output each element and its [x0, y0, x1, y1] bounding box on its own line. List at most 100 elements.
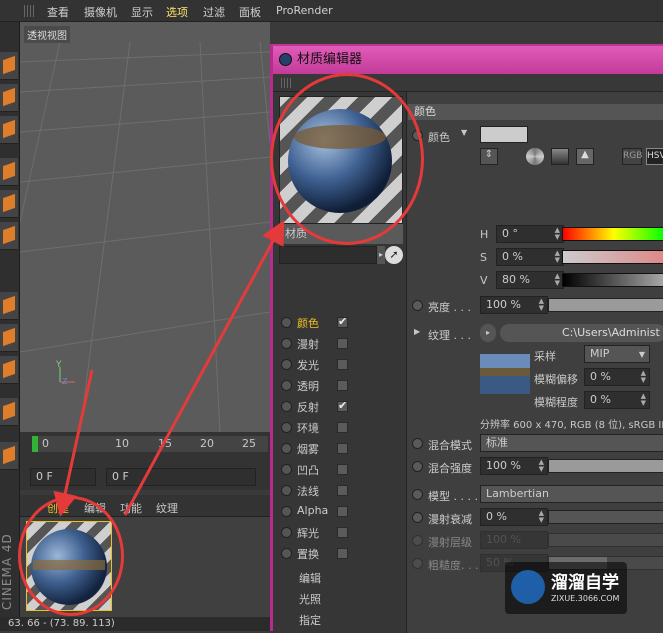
channel-row[interactable]: 反射: [279, 396, 403, 417]
texture-path-button[interactable]: C:\Users\Administ: [500, 324, 663, 342]
channel-row[interactable]: 置换: [279, 543, 403, 564]
stepper-icon[interactable]: ▲ ▼: [555, 250, 560, 264]
channel-anim-dot[interactable]: [281, 317, 292, 328]
dropdown-arrow-icon[interactable]: ▼: [461, 128, 467, 137]
eyedropper-icon[interactable]: ⇕: [480, 148, 498, 165]
rgb-mode-button[interactable]: RGB: [622, 148, 642, 165]
v-field[interactable]: 80 % ▲ ▼: [496, 271, 564, 289]
channel-anim-dot[interactable]: [281, 548, 292, 559]
brightness-anim-dot[interactable]: [412, 300, 423, 311]
menu-filter[interactable]: 过滤: [203, 4, 225, 20]
channel-checkbox[interactable]: [337, 464, 348, 475]
timeline[interactable]: 0 10 15 20 25 0 F 0 F: [20, 432, 270, 490]
model-anim-dot[interactable]: [412, 489, 423, 500]
material-thumbnail[interactable]: [26, 521, 112, 611]
channel-checkbox[interactable]: [337, 422, 348, 433]
menu-panel[interactable]: 面板: [239, 4, 261, 20]
timeline-playhead[interactable]: [32, 436, 38, 452]
mix-mode-anim-dot[interactable]: [412, 438, 423, 449]
stepper-icon[interactable]: ▲ ▼: [539, 459, 544, 473]
s-slider[interactable]: [562, 250, 663, 264]
channel-row[interactable]: Alpha: [279, 501, 403, 522]
mix-strength-slider[interactable]: [548, 459, 663, 473]
image-icon[interactable]: ▲: [576, 148, 594, 165]
mix-strength-anim-dot[interactable]: [412, 461, 423, 472]
stepper-icon[interactable]: ▲ ▼: [539, 510, 544, 524]
edge-tool-button[interactable]: [0, 222, 18, 250]
channel-anim-dot[interactable]: [281, 422, 292, 433]
material-editor-titlebar[interactable]: 材质编辑器: [273, 46, 663, 74]
cube-tool-button[interactable]: [0, 52, 18, 80]
channel-anim-dot[interactable]: [281, 485, 292, 496]
diffuse-falloff-field[interactable]: 0 % ▲ ▼: [480, 508, 548, 526]
channel-checkbox[interactable]: [337, 548, 348, 559]
menu-view[interactable]: 查看: [47, 4, 69, 20]
channel-checkbox[interactable]: [337, 506, 348, 517]
arrow-tool-button[interactable]: [0, 292, 18, 320]
channel-checkbox[interactable]: [337, 338, 348, 349]
texture-menu-button[interactable]: ▸: [480, 324, 496, 342]
menu-options[interactable]: 选项: [166, 4, 188, 20]
channel-checkbox[interactable]: [337, 315, 348, 328]
v-slider[interactable]: [562, 273, 663, 287]
channel-checkbox[interactable]: [337, 359, 348, 370]
mouse-tool-button[interactable]: [0, 324, 18, 352]
pointer-icon[interactable]: ➚: [385, 246, 403, 264]
s-field[interactable]: 0 % ▲ ▼: [496, 248, 564, 266]
menu-display[interactable]: 显示: [131, 4, 153, 20]
sublink-illumination[interactable]: 光照: [299, 591, 321, 607]
channel-anim-dot[interactable]: [281, 338, 292, 349]
stepper-icon[interactable]: ▲ ▼: [641, 393, 646, 407]
frame-field[interactable]: 0 F: [30, 468, 96, 486]
sublink-edit[interactable]: 编辑: [299, 570, 321, 586]
magnet-tool-button[interactable]: [0, 398, 18, 426]
color-wheel-icon[interactable]: [526, 148, 544, 165]
channel-row[interactable]: 颜色: [279, 312, 403, 333]
grip-icon[interactable]: [24, 5, 36, 17]
grip-icon[interactable]: [281, 78, 293, 88]
sampling-dropdown[interactable]: MIP ▼: [584, 345, 650, 363]
spectrum-icon[interactable]: [551, 148, 569, 165]
menu-function[interactable]: 功能: [120, 500, 142, 516]
hsv-mode-button[interactable]: HSV: [646, 148, 663, 165]
mix-mode-dropdown[interactable]: 标准: [480, 434, 663, 452]
channel-row[interactable]: 辉光: [279, 522, 403, 543]
material-name-field[interactable]: [279, 246, 377, 264]
h-field[interactable]: 0 ° ▲ ▼: [496, 225, 564, 243]
model-dropdown[interactable]: Lambertian: [480, 485, 663, 503]
channel-row[interactable]: 透明: [279, 375, 403, 396]
channel-anim-dot[interactable]: [281, 380, 292, 391]
channel-checkbox[interactable]: [337, 485, 348, 496]
color-anim-dot[interactable]: [412, 130, 423, 141]
snap-tool-button[interactable]: [0, 356, 18, 384]
channel-anim-dot[interactable]: [281, 401, 292, 412]
viewport-label[interactable]: 透视视图: [24, 26, 70, 43]
brightness-slider[interactable]: [548, 298, 663, 312]
channel-row[interactable]: 烟雾: [279, 438, 403, 459]
diffuse-falloff-slider[interactable]: [548, 510, 663, 524]
brightness-field[interactable]: 100 % ▲ ▼: [480, 296, 548, 314]
channel-anim-dot[interactable]: [281, 527, 292, 538]
stepper-icon[interactable]: ▲ ▼: [555, 273, 560, 287]
menu-create[interactable]: 创建: [47, 500, 69, 516]
menu-texture[interactable]: 纹理: [156, 500, 178, 516]
menu-camera[interactable]: 摄像机: [84, 4, 117, 20]
channel-row[interactable]: 环境: [279, 417, 403, 438]
blur-offset-field[interactable]: 0 % ▲ ▼: [584, 368, 650, 386]
menu-edit[interactable]: 编辑: [84, 500, 106, 516]
expand-arrow-icon[interactable]: ▸: [377, 246, 385, 264]
stepper-icon[interactable]: ▲ ▼: [539, 298, 544, 312]
frame-range-field[interactable]: 0 F: [106, 468, 256, 486]
channel-row[interactable]: 发光: [279, 354, 403, 375]
channel-checkbox[interactable]: [337, 380, 348, 391]
expand-arrow-icon[interactable]: ▶: [414, 327, 420, 336]
menu-prorender[interactable]: ProRender: [276, 4, 333, 17]
channel-anim-dot[interactable]: [281, 443, 292, 454]
grid-tool-button[interactable]: [0, 116, 18, 144]
mix-strength-field[interactable]: 100 % ▲ ▼: [480, 457, 548, 475]
channel-anim-dot[interactable]: [281, 464, 292, 475]
color-swatch[interactable]: [480, 126, 528, 143]
checker-tool-button[interactable]: [0, 84, 18, 112]
stepper-icon[interactable]: ▲ ▼: [555, 227, 560, 241]
texture-thumbnail[interactable]: [480, 354, 530, 394]
